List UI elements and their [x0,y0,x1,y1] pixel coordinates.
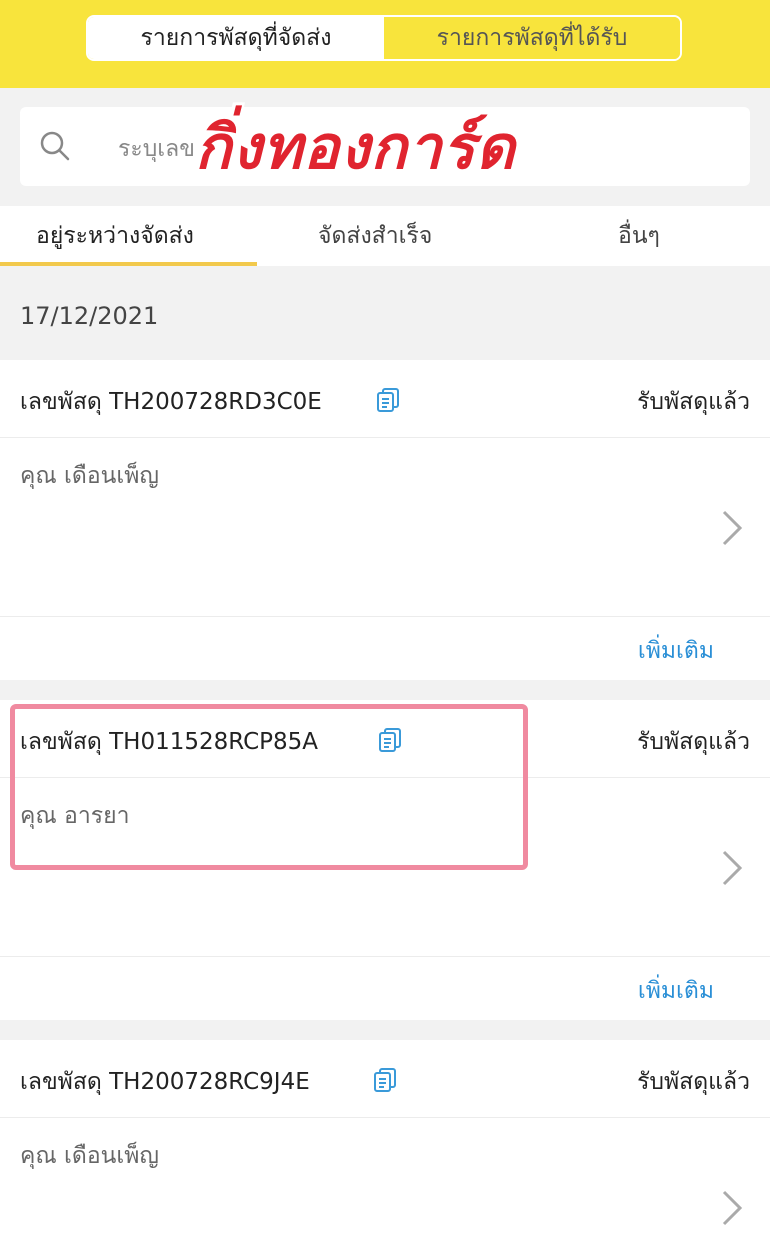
recipient-name: คุณ เดือนเพ็ญ [20,1143,159,1169]
parcel-card[interactable]: เลขพัสดุ TH200728RD3C0E รับพัสดุแล้ว คุณ… [0,360,770,680]
parcel-card-header: เลขพัสดุ TH200728RD3C0E รับพัสดุแล้ว [0,360,770,438]
tab-others[interactable]: อื่นๆ [618,206,660,266]
top-header: รายการพัสดุที่จัดส่ง รายการพัสดุที่ได้รั… [0,0,770,88]
parcel-card[interactable]: เลขพัสดุ TH200728RC9J4E รับพัสดุแล้ว คุณ… [0,1040,770,1250]
highlight-annotation [10,704,528,870]
search-placeholder: ระบุเลข [118,136,195,162]
more-link[interactable]: เพิ่มเติม [638,633,714,669]
copy-icon[interactable] [372,1067,398,1093]
active-tab-indicator [0,262,257,266]
chevron-right-icon[interactable] [718,508,744,548]
tracking-number: เลขพัสดุ TH200728RD3C0E [20,389,322,415]
parcel-status: รับพัสดุแล้ว [637,389,750,415]
more-link[interactable]: เพิ่มเติม [638,973,714,1009]
watermark-logo: กิ่งทองการ์ด [195,113,516,183]
chevron-right-icon[interactable] [718,848,744,888]
tab-sent-parcels[interactable]: รายการพัสดุที่จัดส่ง [88,17,384,59]
more-row: เพิ่มเติม [0,956,770,1020]
tab-received-parcels[interactable]: รายการพัสดุที่ได้รับ [384,17,680,59]
parcel-status: รับพัสดุแล้ว [637,729,750,755]
tab-in-transit[interactable]: อยู่ระหว่างจัดส่ง [36,206,194,266]
copy-icon[interactable] [375,387,401,413]
more-row: เพิ่มเติม [0,616,770,680]
chevron-right-icon[interactable] [718,1188,744,1228]
date-group-header: 17/12/2021 [20,302,159,330]
tracking-number: เลขพัสดุ TH200728RC9J4E [20,1069,310,1095]
parcel-card-header: เลขพัสดุ TH200728RC9J4E รับพัสดุแล้ว [0,1040,770,1118]
tab-delivered[interactable]: จัดส่งสำเร็จ [318,206,432,266]
status-filter-tabs: อยู่ระหว่างจัดส่ง จัดส่งสำเร็จ อื่นๆ [0,206,770,266]
parcel-status: รับพัสดุแล้ว [637,1069,750,1095]
parcel-type-segmented-control: รายการพัสดุที่จัดส่ง รายการพัสดุที่ได้รั… [86,15,682,61]
recipient-name: คุณ เดือนเพ็ญ [20,463,159,489]
search-icon [40,131,70,161]
